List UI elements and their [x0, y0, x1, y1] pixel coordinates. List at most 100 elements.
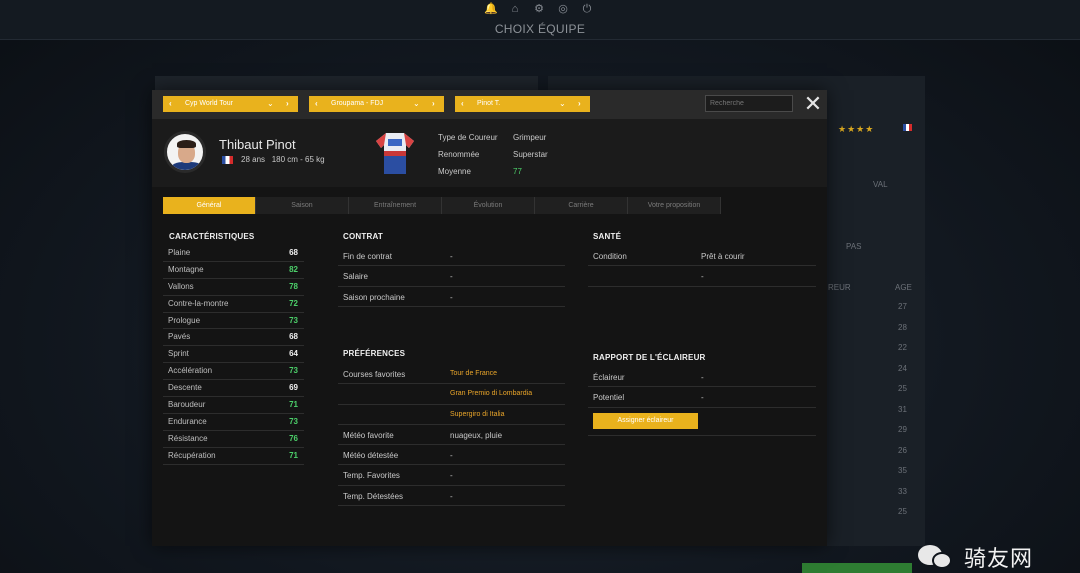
list-item: Descente 69	[163, 380, 304, 398]
stat-value: 82	[289, 264, 298, 274]
list-item: Endurance 73	[163, 414, 304, 431]
next-arrow-icon[interactable]: ›	[432, 96, 435, 112]
background-stars: ★★★★	[838, 124, 875, 134]
table-row: Gran Premio di Lombardia	[338, 384, 565, 405]
chevron-down-icon[interactable]: ⌄	[559, 96, 566, 112]
profile-labels: Type de Coureur Renommée Moyenne	[438, 129, 498, 180]
stat-value: 72	[289, 298, 298, 308]
avatar	[164, 131, 206, 173]
search-input[interactable]	[705, 95, 793, 112]
bell-icon[interactable]: 🔔	[484, 3, 498, 15]
preferences-table: Courses favorites Tour de France Gran Pre…	[338, 364, 565, 507]
assign-scout-button[interactable]: Assigner éclaireur	[593, 413, 698, 429]
modal-header: ‹ Cyp World Tour ⌄ › ‹ Groupama - FDJ ⌄ …	[152, 90, 827, 119]
close-icon[interactable]: ✕	[802, 93, 824, 115]
power-icon[interactable]: ⏻	[580, 3, 594, 15]
prev-arrow-icon[interactable]: ‹	[461, 96, 464, 112]
stat-value: 73	[289, 315, 298, 325]
next-arrow-icon[interactable]: ›	[286, 96, 289, 112]
list-item: Résistance 76	[163, 431, 304, 448]
stat-name: Endurance	[168, 416, 207, 426]
background-age: 25	[898, 507, 907, 516]
list-item: Vallons 78	[163, 279, 304, 296]
chevron-down-icon[interactable]: ⌄	[413, 96, 420, 112]
table-row: Condition Prêt à courir	[588, 246, 816, 267]
rider-profile: Thibaut Pinot 28 ans 180 cm - 65 kg Type…	[152, 119, 827, 187]
stat-name: Résistance	[168, 433, 208, 443]
table-row: Salaire -	[338, 266, 565, 287]
list-item: Pavés 68	[163, 329, 304, 347]
list-item: Récupération 71	[163, 448, 304, 465]
tab-carriere[interactable]: Carrière	[535, 197, 628, 214]
watermark: 骑友网	[918, 541, 1033, 573]
background-age: 27	[898, 302, 907, 311]
prev-arrow-icon[interactable]: ‹	[315, 96, 318, 112]
stat-value: 69	[289, 383, 298, 393]
profile-values: Grimpeur Superstar 77	[513, 129, 548, 180]
stat-value: 73	[289, 366, 298, 376]
jersey-icon	[376, 133, 414, 174]
stat-value: 71	[289, 400, 298, 410]
list-item: Baroudeur 71	[163, 397, 304, 414]
top-icons: 🔔 ⌂ ⚙ ◎ ⏻	[484, 3, 594, 15]
table-row: Courses favorites Tour de France	[338, 364, 565, 385]
list-item: Contre-la-montre 72	[163, 296, 304, 313]
tab-entrainement[interactable]: Entraînement	[349, 197, 442, 214]
background-age: 29	[898, 425, 907, 434]
stat-name: Prologue	[168, 315, 201, 325]
prev-arrow-icon[interactable]: ‹	[169, 96, 172, 112]
profile-label: Moyenne	[438, 167, 471, 176]
stat-name: Contre-la-montre	[168, 298, 229, 308]
settings-icon[interactable]: ⚙	[532, 3, 546, 15]
stat-name: Plaine	[168, 248, 191, 257]
tour-selector[interactable]: ‹ Cyp World Tour ⌄ ›	[163, 96, 298, 112]
profile-label: Type de Coureur	[438, 133, 498, 142]
table-row: -	[588, 266, 816, 287]
chevron-down-icon[interactable]: ⌄	[267, 96, 274, 112]
background-age: 31	[898, 404, 907, 414]
table-row: Temp. Favorites -	[338, 465, 565, 486]
tab-evolution[interactable]: Évolution	[442, 197, 535, 214]
stat-name: Baroudeur	[168, 400, 206, 410]
list-item: Plaine 68	[163, 245, 304, 262]
background-label: REUR	[828, 283, 851, 292]
stat-value: 71	[289, 450, 298, 460]
rider-info: 28 ans 180 cm - 65 kg	[241, 155, 325, 164]
next-arrow-icon[interactable]: ›	[578, 96, 581, 112]
characteristics-list: Plaine 68 Montagne 82 Vallons 78 Contre-la-mon…	[163, 245, 304, 465]
preferences-title: PRÉFÉRENCES	[343, 349, 406, 358]
globe-icon[interactable]: ◎	[556, 3, 570, 15]
tab-general[interactable]: Général	[163, 197, 256, 214]
scout-title: RAPPORT DE L'ÉCLAIREUR	[593, 353, 706, 362]
profile-value: Superstar	[513, 150, 548, 159]
rider-selector-label: Pinot T.	[477, 100, 501, 107]
stat-name: Récupération	[168, 450, 216, 460]
stat-name: Pavés	[168, 332, 191, 342]
table-row: Supergiro di Italia	[338, 405, 565, 425]
stat-name: Sprint	[168, 349, 189, 359]
background-age-column: 27 28 22 24 25 31 29 26 35 33 25	[898, 297, 907, 523]
background-label: VAL	[873, 180, 888, 189]
health-title: SANTÉ	[593, 232, 622, 241]
table-row: Éclaireur -	[588, 367, 816, 388]
home-icon[interactable]: ⌂	[508, 3, 522, 15]
list-item: Accélération 73	[163, 363, 304, 381]
list-item: Prologue 73	[163, 313, 304, 330]
tab-votre-proposition[interactable]: Votre proposition	[628, 197, 721, 214]
stat-name: Descente	[168, 383, 202, 393]
table-row: Météo détestée -	[338, 445, 565, 466]
background-label: AGE	[895, 283, 912, 292]
background-flag-icon	[903, 124, 912, 131]
background-label: PAS	[846, 242, 862, 251]
stat-name: Montagne	[168, 264, 204, 274]
list-item: Montagne 82	[163, 262, 304, 279]
page-title: CHOIX ÉQUIPE	[494, 22, 586, 36]
background-age: 24	[898, 363, 907, 373]
table-row: Potentiel -	[588, 387, 816, 408]
characteristics-title: CARACTÉRISTIQUES	[169, 232, 255, 241]
rider-selector[interactable]: ‹ Pinot T. ⌄ ›	[455, 96, 590, 112]
team-selector[interactable]: ‹ Groupama - FDJ ⌄ ›	[309, 96, 444, 112]
team-selector-label: Groupama - FDJ	[331, 100, 384, 107]
table-row: Temp. Détestées -	[338, 486, 565, 507]
tab-saison[interactable]: Saison	[256, 197, 349, 214]
